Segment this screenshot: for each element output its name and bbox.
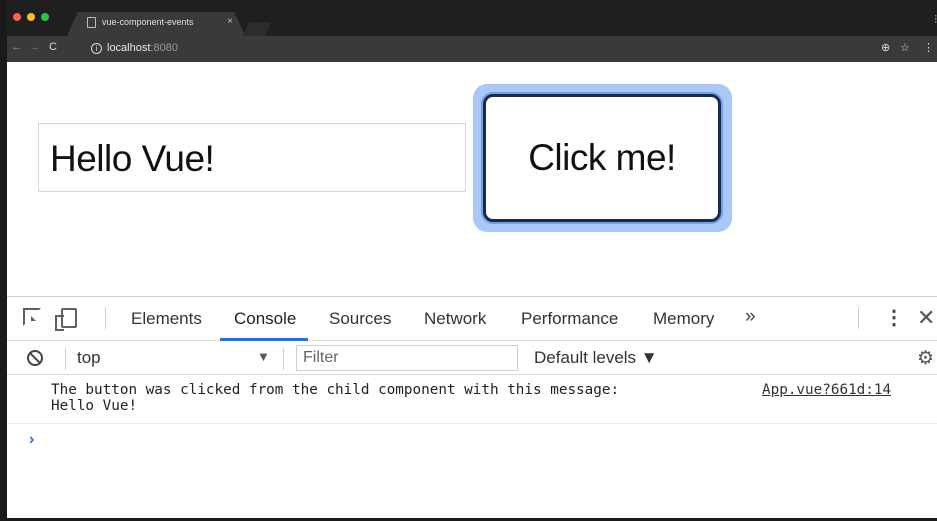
divider — [105, 307, 106, 329]
console-message-text: The button was clicked from the child co… — [51, 382, 620, 414]
click-me-button[interactable]: Click me! — [483, 94, 721, 222]
divider — [65, 348, 66, 370]
console-filter-bar: top ▼ Default levels ▼ ⚙ — [7, 342, 937, 375]
browser-window: vue-component-events × ⫶ ← → C i localho… — [0, 0, 937, 521]
console-message: The button was clicked from the child co… — [7, 376, 937, 424]
device-toolbar-icon[interactable] — [55, 308, 77, 331]
filter-input[interactable] — [296, 345, 518, 371]
tab-title: vue-component-events — [102, 17, 194, 27]
url-text: localhost:8080 — [107, 42, 178, 54]
divider — [858, 307, 859, 329]
address-bar[interactable]: i localhost:8080 — [85, 40, 875, 58]
bookmark-star-icon[interactable]: ☆ — [900, 41, 910, 54]
message-text: Hello Vue! — [50, 138, 215, 179]
window-controls — [13, 13, 49, 21]
new-tab-button[interactable] — [243, 22, 271, 36]
divider — [283, 348, 284, 370]
tab-elements[interactable]: Elements — [131, 309, 202, 329]
tab-console[interactable]: Console — [234, 309, 296, 329]
tab-network[interactable]: Network — [424, 309, 486, 329]
browser-toolbar: ← → C i localhost:8080 ⊕ ☆ ⋮ — [7, 36, 937, 62]
reload-icon[interactable]: C — [49, 41, 57, 53]
back-arrow-icon[interactable]: ← — [11, 41, 22, 53]
minimize-window-button[interactable] — [27, 13, 35, 21]
tab-strip: vue-component-events × ⫶ — [7, 0, 937, 36]
browser-menu-icon[interactable]: ⋮ — [923, 41, 934, 54]
more-tabs-icon[interactable]: » — [745, 306, 756, 328]
tab-performance[interactable]: Performance — [521, 309, 618, 329]
tab-memory[interactable]: Memory — [653, 309, 714, 329]
close-devtools-icon[interactable]: ✕ — [917, 305, 935, 331]
clear-console-icon[interactable] — [27, 350, 43, 366]
devtools-panel: Elements Console Sources Network Perform… — [7, 296, 937, 518]
inspect-element-icon[interactable] — [23, 308, 41, 326]
gear-icon[interactable]: ⚙ — [917, 347, 934, 370]
active-tab-indicator — [220, 338, 308, 341]
console-source-link[interactable]: App.vue?661d:14 — [762, 382, 891, 398]
tab-close-icon[interactable]: × — [227, 16, 233, 27]
log-levels-dropdown[interactable]: Default levels ▼ — [534, 348, 658, 368]
document-icon — [87, 17, 96, 28]
maximize-window-button[interactable] — [41, 13, 49, 21]
url-port: :8080 — [150, 42, 178, 54]
forward-arrow-icon[interactable]: → — [29, 41, 40, 53]
close-window-button[interactable] — [13, 13, 21, 21]
zoom-icon[interactable]: ⊕ — [881, 41, 890, 54]
devtools-menu-icon[interactable]: ⋮ — [884, 305, 904, 330]
context-selector[interactable]: top — [77, 348, 101, 368]
message-box: Hello Vue! — [38, 123, 466, 192]
devtools-tab-bar: Elements Console Sources Network Perform… — [7, 297, 937, 341]
console-prompt-icon[interactable]: › — [29, 431, 34, 449]
tab-sources[interactable]: Sources — [329, 309, 391, 329]
page-viewport: Hello Vue! Click me! — [7, 62, 937, 296]
chevron-down-icon[interactable]: ▼ — [257, 349, 270, 364]
tab-vue-component-events[interactable]: vue-component-events × — [67, 12, 245, 36]
info-icon[interactable]: i — [91, 43, 102, 54]
url-host: localhost — [107, 42, 151, 54]
